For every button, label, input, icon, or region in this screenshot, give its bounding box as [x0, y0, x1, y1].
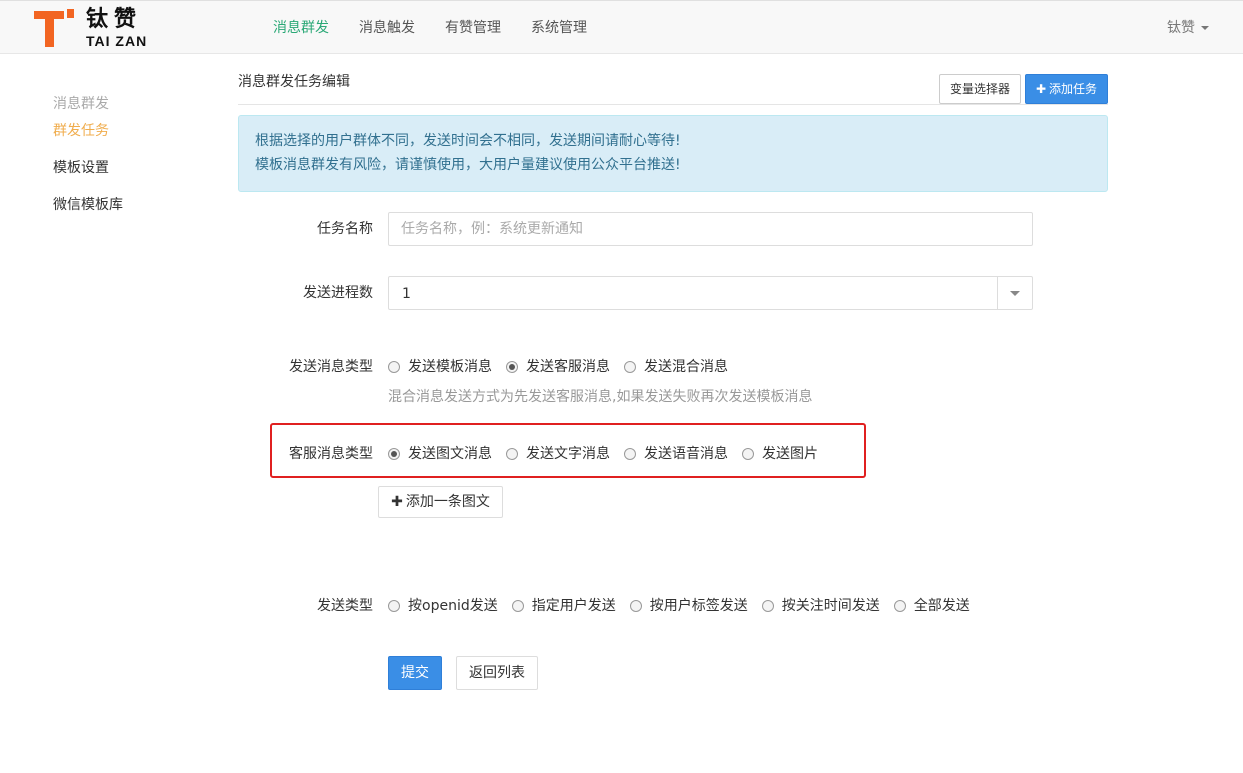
radio-send-by-follow-time[interactable]: 按关注时间发送: [761, 596, 880, 616]
sidebar: 消息群发 群发任务 模板设置 微信模板库: [53, 92, 213, 227]
plus-icon: ✚: [1035, 82, 1047, 96]
alert-line-1: 根据选择的用户群体不同，发送时间会不相同，发送期间请耐心等待!: [255, 133, 681, 149]
page-title: 消息群发任务编辑: [238, 74, 350, 90]
sidebar-item-template-settings[interactable]: 模板设置: [53, 153, 213, 190]
radio-send-specified-users[interactable]: 指定用户发送: [511, 596, 616, 616]
cs-message-type-label: 客服消息类型: [289, 446, 373, 462]
radio-unchecked-icon: [388, 600, 400, 612]
radio-mixed-message[interactable]: 发送混合消息: [624, 357, 728, 377]
radio-image-message[interactable]: 发送图片: [742, 444, 818, 464]
logo-name-en: TAI ZAN: [86, 33, 148, 49]
top-navbar: 钛赞 TAI ZAN 消息群发 消息触发 有赞管理 系统管理 钛赞: [0, 0, 1243, 54]
radio-unchecked-icon: [511, 600, 524, 612]
radio-unchecked-icon: [893, 600, 906, 612]
submit-button[interactable]: 提交: [388, 656, 442, 690]
radio-unchecked-icon: [629, 600, 642, 612]
title-divider: [238, 104, 1108, 105]
add-task-button[interactable]: ✚ 添加任务: [1025, 74, 1108, 104]
back-to-list-button[interactable]: 返回列表: [456, 656, 538, 690]
message-type-help-text: 混合消息发送方式为先发送客服消息,如果发送失败再次发送模板消息: [388, 389, 813, 405]
radio-voice-message[interactable]: 发送语音消息: [624, 444, 728, 464]
logo-name-cn: 钛赞: [86, 7, 143, 32]
process-count-label: 发送进程数: [303, 285, 373, 301]
add-task-label: 添加任务: [1049, 82, 1098, 96]
radio-send-by-user-tag[interactable]: 按用户标签发送: [629, 596, 748, 616]
alert-line-2: 模板消息群发有风险，请谨慎使用，大用户量建议使用公众平台推送!: [255, 157, 681, 173]
select-divider: [997, 277, 998, 309]
process-count-select[interactable]: 1: [388, 276, 1033, 310]
radio-send-by-openid[interactable]: 按openid发送: [388, 596, 498, 616]
radio-unchecked-icon: [742, 448, 754, 460]
send-type-radio-group: 按openid发送 指定用户发送 按用户标签发送 按关注时间发送 全部发送: [388, 596, 984, 616]
info-alert: 根据选择的用户群体不同，发送时间会不相同，发送期间请耐心等待! 模板消息群发有风…: [238, 115, 1108, 192]
sidebar-item-mass-tasks[interactable]: 群发任务: [53, 116, 213, 153]
caret-down-icon: [1201, 26, 1209, 30]
logo-t-icon: [34, 9, 74, 47]
plus-icon: ✚: [391, 494, 403, 510]
chevron-down-icon: [1010, 291, 1020, 296]
radio-unchecked-icon: [624, 448, 636, 460]
radio-unchecked-icon: [761, 600, 774, 612]
nav-item-youzan-management[interactable]: 有赞管理: [430, 1, 516, 55]
logo[interactable]: 钛赞 TAI ZAN: [32, 6, 162, 50]
message-type-radio-group: 发送模板消息 发送客服消息 发送混合消息: [388, 357, 742, 377]
user-name: 钛赞: [1167, 20, 1195, 36]
nav-item-message-trigger[interactable]: 消息触发: [344, 1, 430, 55]
message-type-label: 发送消息类型: [289, 359, 373, 375]
add-article-button[interactable]: ✚ 添加一条图文: [378, 486, 503, 518]
radio-unchecked-icon: [388, 361, 400, 373]
radio-article-message[interactable]: 发送图文消息: [388, 444, 492, 464]
task-name-input[interactable]: [388, 212, 1033, 246]
radio-send-all[interactable]: 全部发送: [893, 596, 970, 616]
task-name-label: 任务名称: [317, 221, 373, 237]
radio-customer-service-message[interactable]: 发送客服消息: [506, 357, 610, 377]
radio-unchecked-icon: [624, 361, 636, 373]
nav-item-system-management[interactable]: 系统管理: [516, 1, 602, 55]
cs-message-type-radio-group: 发送图文消息 发送文字消息 发送语音消息 发送图片: [388, 444, 832, 464]
send-type-label: 发送类型: [317, 598, 373, 614]
radio-unchecked-icon: [506, 448, 518, 460]
radio-text-message[interactable]: 发送文字消息: [506, 444, 610, 464]
sidebar-heading: 消息群发: [53, 96, 109, 112]
add-article-label: 添加一条图文: [405, 494, 490, 510]
nav-item-mass-message[interactable]: 消息群发: [258, 1, 344, 55]
main-nav: 消息群发 消息触发 有赞管理 系统管理: [258, 1, 602, 55]
process-count-value: 1: [402, 286, 411, 302]
user-menu[interactable]: 钛赞: [1167, 1, 1209, 55]
radio-template-message[interactable]: 发送模板消息: [388, 357, 492, 377]
variable-selector-button[interactable]: 变量选择器: [939, 74, 1021, 104]
radio-checked-icon: [506, 361, 518, 373]
sidebar-item-wechat-template-library[interactable]: 微信模板库: [53, 190, 213, 227]
radio-checked-icon: [388, 448, 400, 460]
